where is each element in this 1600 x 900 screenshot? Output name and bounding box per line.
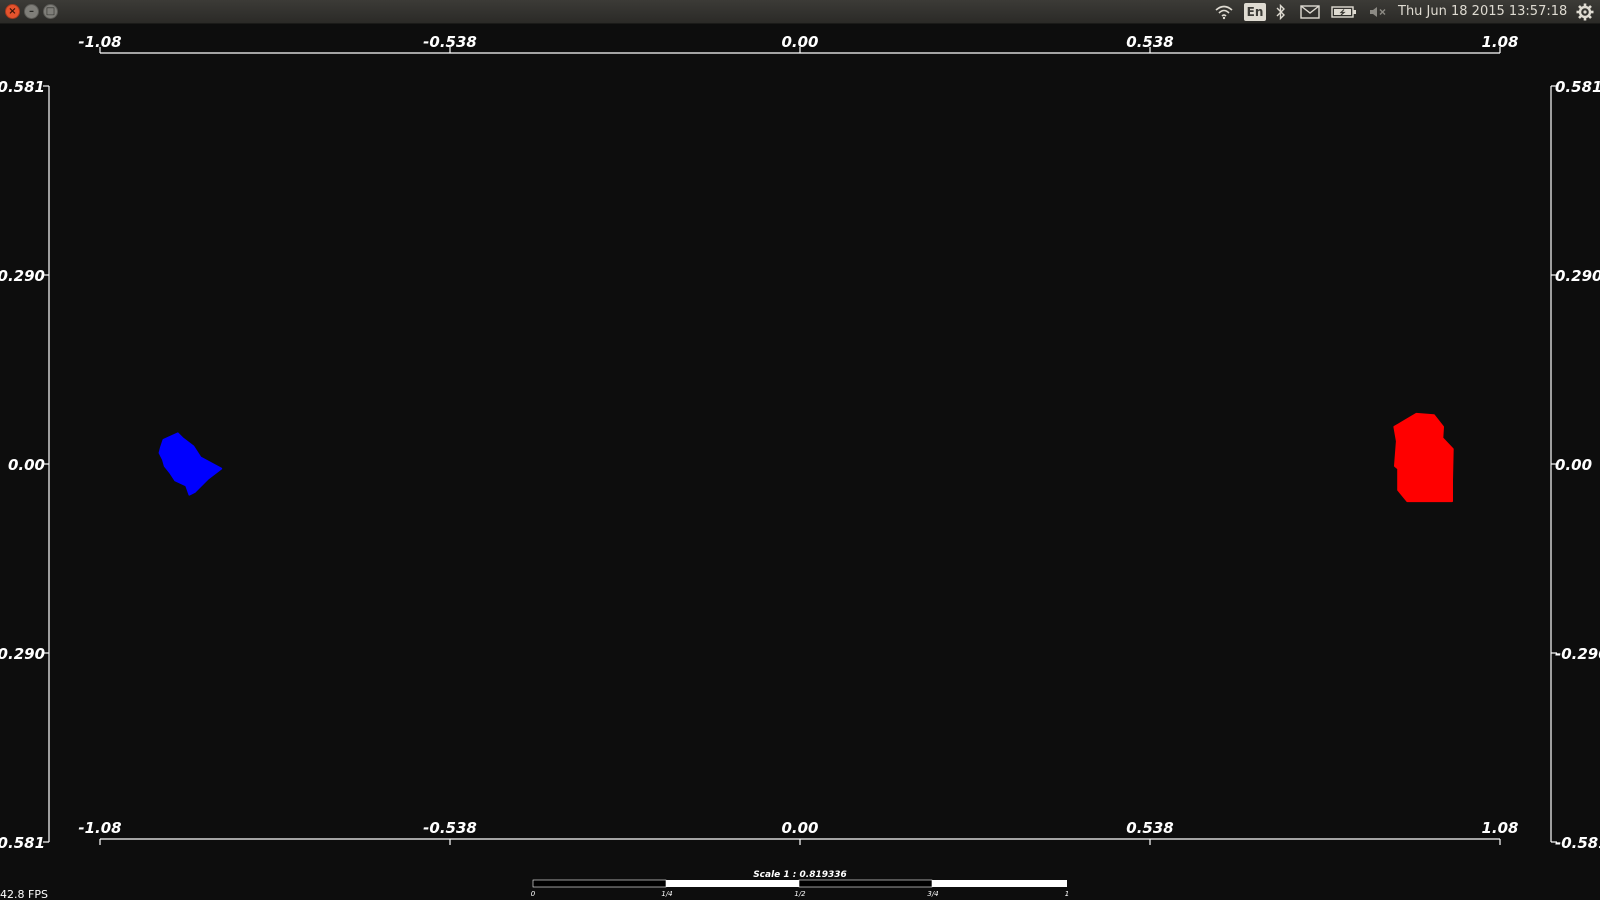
wifi-icon[interactable] [1212, 0, 1236, 24]
left-y-tick-label: 0.290 [0, 267, 45, 285]
right-y-tick-label: 0.290 [1555, 267, 1600, 285]
scale-bar-segment-3 [798, 879, 933, 888]
red-point-cloud [1393, 412, 1454, 503]
left-y-tick-label: 0.00 [8, 456, 45, 474]
scale-bar-tick: 3/4 [927, 890, 938, 898]
bottom-x-tick-label: -1.08 [78, 819, 121, 837]
scale-bar-tick: 1/2 [794, 890, 806, 898]
mail-icon[interactable] [1298, 0, 1322, 24]
close-window-button[interactable]: × [5, 4, 20, 19]
scale-bar-segment-1 [532, 879, 667, 888]
right-y-tick-label: -0.581 [1555, 834, 1600, 852]
top-x-tick-label: 0.00 [781, 33, 818, 51]
right-y-tick-label: 0.581 [1555, 78, 1600, 96]
keyboard-layout-indicator[interactable]: En [1244, 3, 1266, 21]
bottom-x-tick-label: 0.00 [781, 819, 818, 837]
bluetooth-icon[interactable] [1272, 0, 1290, 24]
minimize-window-button[interactable]: – [24, 4, 39, 19]
top-x-tick-label: -1.08 [78, 33, 121, 51]
scale-bar-tick: 1/4 [661, 890, 672, 898]
fps-counter: 42.8 FPS [0, 888, 48, 900]
volume-muted-icon[interactable] [1366, 0, 1390, 24]
right-y-tick-label: 0.00 [1555, 456, 1592, 474]
top-x-tick-label: 1.08 [1481, 33, 1518, 51]
left-y-tick-label: 0.581 [0, 78, 45, 96]
point-cloud-plot[interactable]: -1.08 -0.538 0.00 0.538 1.08 -1.08 -0.538 0.00 0… [0, 24, 1600, 900]
clock[interactable]: Thu Jun 18 2015 13:57:18 [1398, 0, 1567, 24]
bottom-x-tick-label: -0.538 [423, 819, 477, 837]
settings-gear-icon[interactable] [1574, 0, 1596, 24]
left-y-tick-label: -0.290 [0, 645, 45, 663]
blue-point-cloud [158, 432, 223, 496]
right-y-tick-label: -0.290 [1555, 645, 1600, 663]
scale-bar-segment-2 [666, 880, 799, 887]
scale-bar-segment-4 [932, 880, 1067, 887]
scale-bar-tick: 1 [1065, 890, 1069, 898]
top-panel: × – □ En Thu Jun 18 2015 13:57:18 [0, 0, 1600, 24]
top-x-tick-label: -0.538 [423, 33, 477, 51]
maximize-window-button[interactable]: □ [43, 4, 58, 19]
bottom-x-tick-label: 0.538 [1126, 819, 1173, 837]
left-y-tick-label: -0.581 [0, 834, 45, 852]
scale-bar-title: Scale 1 : 0.819336 [753, 870, 847, 880]
bottom-x-tick-label: 1.08 [1481, 819, 1518, 837]
top-x-tick-label: 0.538 [1126, 33, 1173, 51]
3d-viewer-viewport[interactable]: -1.08 -0.538 0.00 0.538 1.08 -1.08 -0.538 0.00 0… [0, 24, 1600, 900]
scale-bar-tick: 0 [531, 890, 536, 898]
battery-icon[interactable] [1330, 0, 1358, 24]
